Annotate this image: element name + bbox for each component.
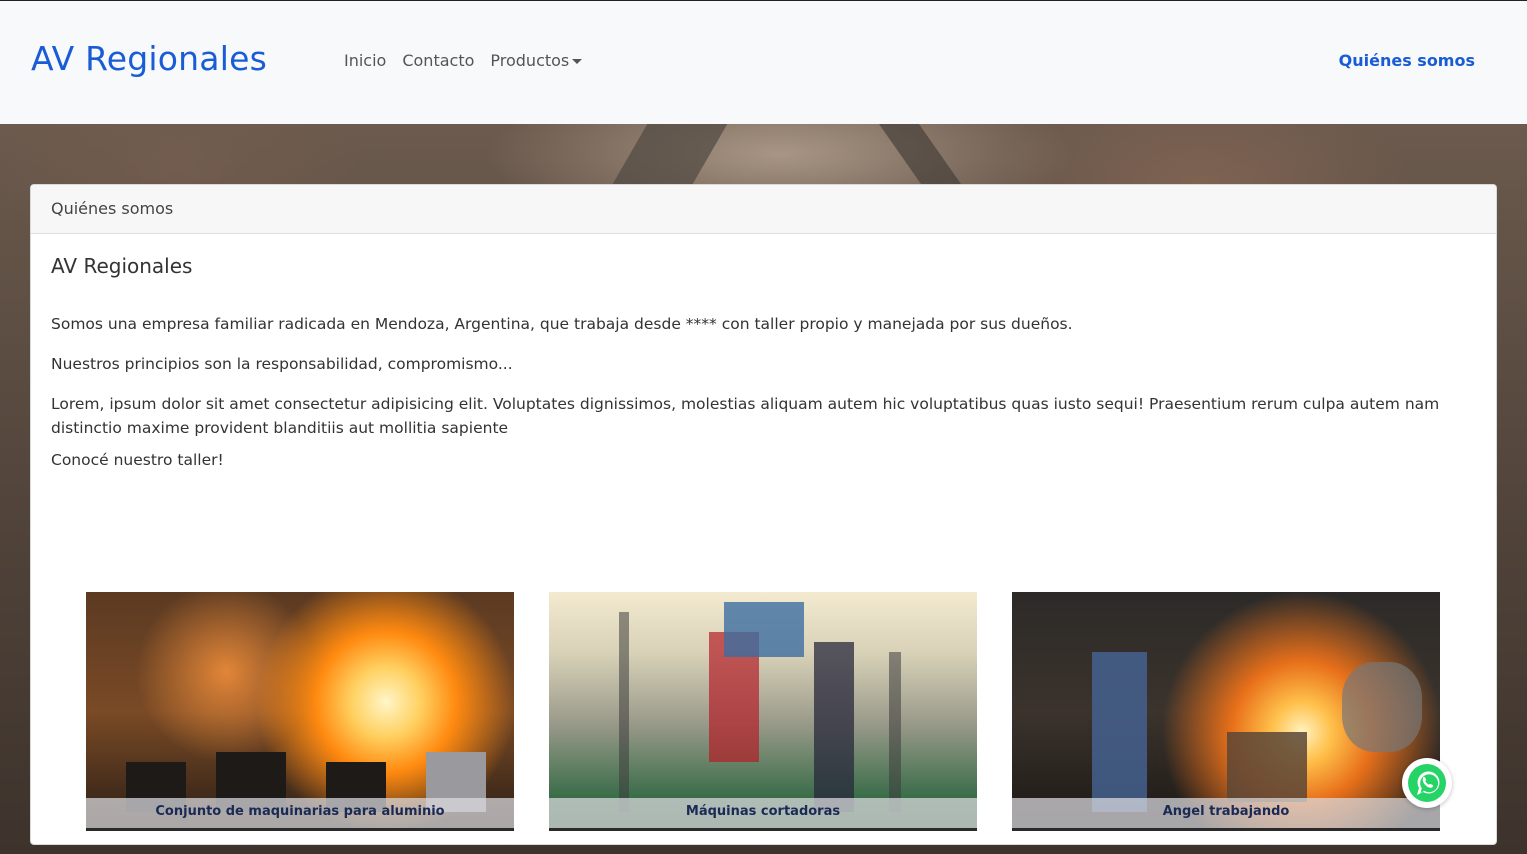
gallery-image (1012, 592, 1440, 831)
mold-box (1227, 732, 1307, 802)
whatsapp-icon (1408, 764, 1446, 802)
nav-link-contacto[interactable]: Contacto (402, 51, 474, 70)
paragraph: Somos una empresa familiar radicada en M… (51, 315, 1073, 333)
caret-down-icon (572, 59, 583, 64)
nav-dropdown-label: Productos (490, 51, 570, 70)
crucible (1342, 662, 1422, 752)
workshop-gallery: Conjunto de maquinarias para aluminio Má… (86, 592, 1440, 831)
gallery-caption: Angel trabajando (1012, 798, 1440, 831)
worker (814, 642, 854, 812)
gallery-image (549, 592, 977, 831)
card-title: AV Regionales (51, 254, 193, 278)
monitor-screen (724, 602, 804, 657)
gallery-item[interactable]: Máquinas cortadoras (549, 592, 977, 831)
background-beam (612, 124, 728, 184)
card-header: Quiénes somos (31, 185, 1496, 234)
factory-column (889, 652, 901, 812)
nav-dropdown-productos[interactable]: Productos (490, 51, 583, 70)
navbar: AV Regionales Inicio Contacto Productos … (0, 1, 1527, 124)
paragraph: Nuestros principios son la responsabilid… (51, 355, 513, 373)
gallery-caption: Conjunto de maquinarias para aluminio (86, 798, 514, 831)
nav-link-quienes-somos[interactable]: Quiénes somos (1339, 51, 1475, 70)
nav-link-inicio[interactable]: Inicio (344, 51, 386, 70)
whatsapp-button[interactable] (1402, 758, 1452, 808)
paragraph: Lorem, ipsum dolor sit amet consectetur … (51, 395, 1440, 437)
navbar-brand[interactable]: AV Regionales (31, 39, 267, 78)
about-card: Quiénes somos AV Regionales Somos una em… (30, 184, 1497, 845)
gallery-item[interactable]: Angel trabajando (1012, 592, 1440, 831)
gallery-caption: Máquinas cortadoras (549, 798, 977, 831)
worker (1092, 652, 1147, 812)
gallery-item[interactable]: Conjunto de maquinarias para aluminio (86, 592, 514, 831)
gallery-image (86, 592, 514, 831)
factory-column (619, 612, 629, 812)
background-beam (878, 124, 962, 184)
nav-links: Inicio Contacto Productos (344, 51, 583, 70)
paragraph: Conocé nuestro taller! (51, 451, 224, 469)
